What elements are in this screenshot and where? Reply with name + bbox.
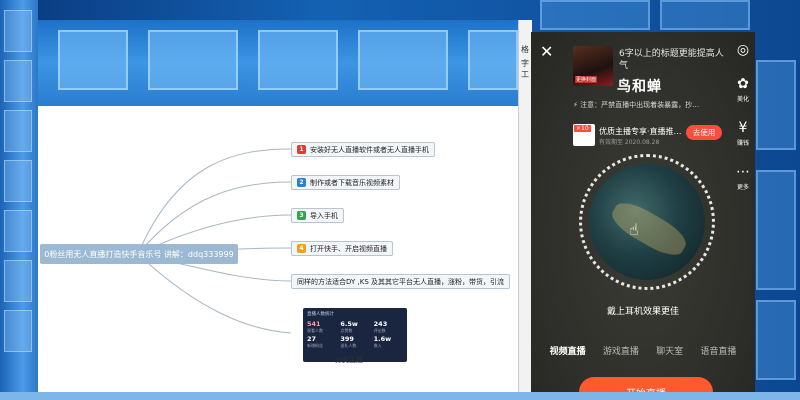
- cover-thumbnail[interactable]: 更换封面: [573, 46, 613, 86]
- tab-video-live[interactable]: 视频直播: [550, 344, 586, 357]
- mindmap-node-1[interactable]: 1 安装好无人直播软件或者无人直播手机: [291, 142, 435, 157]
- beauty-button[interactable]: ✿ 美化: [731, 76, 755, 103]
- frame-cell: [4, 260, 32, 302]
- earn-icon: ¥: [738, 120, 748, 136]
- more-icon: ⋯: [736, 164, 750, 180]
- monitor-frame-bottom: [0, 392, 800, 400]
- stat-label: 收入: [373, 343, 382, 348]
- coupon-date: 有效期至 2020.08.28: [599, 139, 660, 146]
- title-hint[interactable]: 6字以上的标题更能提高人气: [619, 48, 729, 72]
- mindmap-editor-window: 0粉丝用无人直播打造快手音乐号 讲解：ddq333999 1 安装好无人直播软件…: [38, 20, 518, 395]
- stat-label: 送礼人数: [340, 343, 357, 348]
- hand-pointer-icon: ☝: [629, 220, 639, 239]
- stats-title: 直播人数统计: [307, 312, 334, 317]
- number-badge: 4: [297, 244, 306, 253]
- stat-number: 6.5w: [340, 320, 358, 328]
- node-label: 打开快手、开启视频直播: [310, 244, 387, 253]
- stat-item: 541 观看人数: [307, 320, 336, 334]
- beauty-label: 美化: [736, 96, 749, 103]
- phone-live-setup-screen: ✕ 更换封面 6字以上的标题更能提高人气 鸟和蝉 ⚡ 注意：严禁直播中出现着装暴…: [531, 32, 755, 400]
- camera-switch-button[interactable]: ◎: [731, 42, 755, 58]
- desktop-background: 0粉丝用无人直播打造快手音乐号 讲解：ddq333999 1 安装好无人直播软件…: [0, 0, 800, 400]
- bg-tile: [756, 300, 796, 380]
- stat-label: 新增粉丝: [307, 343, 323, 348]
- connector-1: [137, 148, 292, 255]
- notice-text: ⚡ 注意：严禁直播中出现着装暴露，抄…: [573, 101, 700, 109]
- stat-number: 243: [373, 320, 388, 328]
- live-stats-card[interactable]: 直播人数统计 541 观看人数 6.5w 点赞数 243 评论数 27 新增粉丝 399…: [303, 308, 407, 362]
- music-disc[interactable]: ☝: [589, 164, 705, 280]
- coupon-badge: ×10: [574, 125, 591, 132]
- node-label: 制作或者下载音乐视频素材: [310, 178, 394, 187]
- editor-side-panel[interactable]: 格 字工: [518, 20, 532, 395]
- frame-cell: [4, 310, 32, 352]
- tab-voice-live[interactable]: 语音直播: [700, 344, 736, 357]
- mindmap-node-4[interactable]: 4 打开快手、开启视频直播: [291, 241, 393, 256]
- beauty-icon: ✿: [737, 76, 749, 92]
- coupon-title: 优质主播专享·直播推…: [599, 127, 682, 136]
- mindmap-connectors: [137, 148, 292, 334]
- more-label: 更多: [736, 184, 749, 191]
- tab-chat-room[interactable]: 聊天室: [656, 344, 683, 357]
- close-icon[interactable]: ✕: [540, 44, 553, 60]
- connector-6: [137, 253, 292, 334]
- bg-tile: [660, 0, 750, 30]
- stat-label: 点赞数: [340, 328, 353, 333]
- notice-label: 注意：严禁直播中出现着装暴露，抄…: [580, 101, 700, 109]
- node-label: 同样的方法适合DY ,KS 及其其它平台无人直播，涨粉，带货，引流: [297, 277, 504, 286]
- stat-item: 1.6w 收入: [374, 335, 403, 349]
- frame-cell: [4, 160, 32, 202]
- bg-tile: [540, 0, 650, 30]
- stat-item: 6.5w 点赞数: [340, 320, 369, 334]
- number-badge: 2: [297, 178, 306, 187]
- node-label: 导入手机: [310, 211, 338, 220]
- more-button[interactable]: ⋯ 更多: [731, 164, 755, 191]
- stat-number: 399: [340, 335, 354, 343]
- frame-cell: [4, 110, 32, 152]
- mindmap-node-3[interactable]: 3 导入手机: [291, 208, 344, 223]
- frame-cell: [4, 60, 32, 102]
- mindmap-node-5[interactable]: 同样的方法适合DY ,KS 及其其它平台无人直播，涨粉，带货，引流: [291, 274, 510, 289]
- mindmap-node-2[interactable]: 2 制作或者下载音乐视频素材: [291, 175, 400, 190]
- bg-tile: [756, 60, 796, 150]
- stat-item: 243 评论数: [374, 320, 403, 334]
- earn-label: 赚钱: [736, 140, 749, 147]
- mindmap-root-node[interactable]: 0粉丝用无人直播打造快手音乐号 讲解：ddq333999: [40, 244, 238, 264]
- root-label: 0粉丝用无人直播打造快手音乐号 讲解：ddq333999: [44, 249, 234, 259]
- stat-number: 27: [307, 335, 317, 343]
- stat-label: 观看人数: [307, 328, 323, 333]
- frame-cell: [4, 10, 32, 52]
- live-mode-tabs: 视频直播 游戏直播 聊天室 语音直播: [531, 344, 755, 357]
- cover-caption: 更换封面: [575, 76, 598, 83]
- stat-item: 399 送礼人数: [340, 335, 369, 349]
- node-label: 安装好无人直播软件或者无人直播手机: [310, 145, 429, 154]
- stat-label: 评论数: [373, 328, 386, 333]
- number-badge: 3: [297, 211, 306, 220]
- tab-game-live[interactable]: 游戏直播: [603, 344, 639, 357]
- stats-grid: 541 观看人数 6.5w 点赞数 243 评论数 27 新增粉丝 399 送礼人数 1.…: [307, 320, 403, 349]
- stat-number: 1.6w: [373, 335, 392, 343]
- disc-glow: [606, 196, 692, 262]
- number-badge: 1: [297, 145, 306, 154]
- use-coupon-button[interactable]: 去使用: [686, 125, 722, 140]
- earn-button[interactable]: ¥ 赚钱: [731, 120, 755, 147]
- stat-number: 541: [307, 320, 321, 328]
- coupon-icon: ×10: [573, 124, 595, 146]
- frame-cell: [4, 210, 32, 252]
- camera-icon: ◎: [736, 42, 750, 58]
- bg-tile: [756, 170, 796, 290]
- live-title[interactable]: 鸟和蝉: [617, 76, 662, 96]
- earphone-tip: 戴上耳机效果更佳: [606, 307, 679, 317]
- branch-topic-caption: 分支主题: [335, 356, 363, 364]
- stat-item: 27 新增粉丝: [307, 335, 336, 349]
- monitor-frame-left: [0, 0, 38, 400]
- side-panel-label: 格: [521, 45, 529, 54]
